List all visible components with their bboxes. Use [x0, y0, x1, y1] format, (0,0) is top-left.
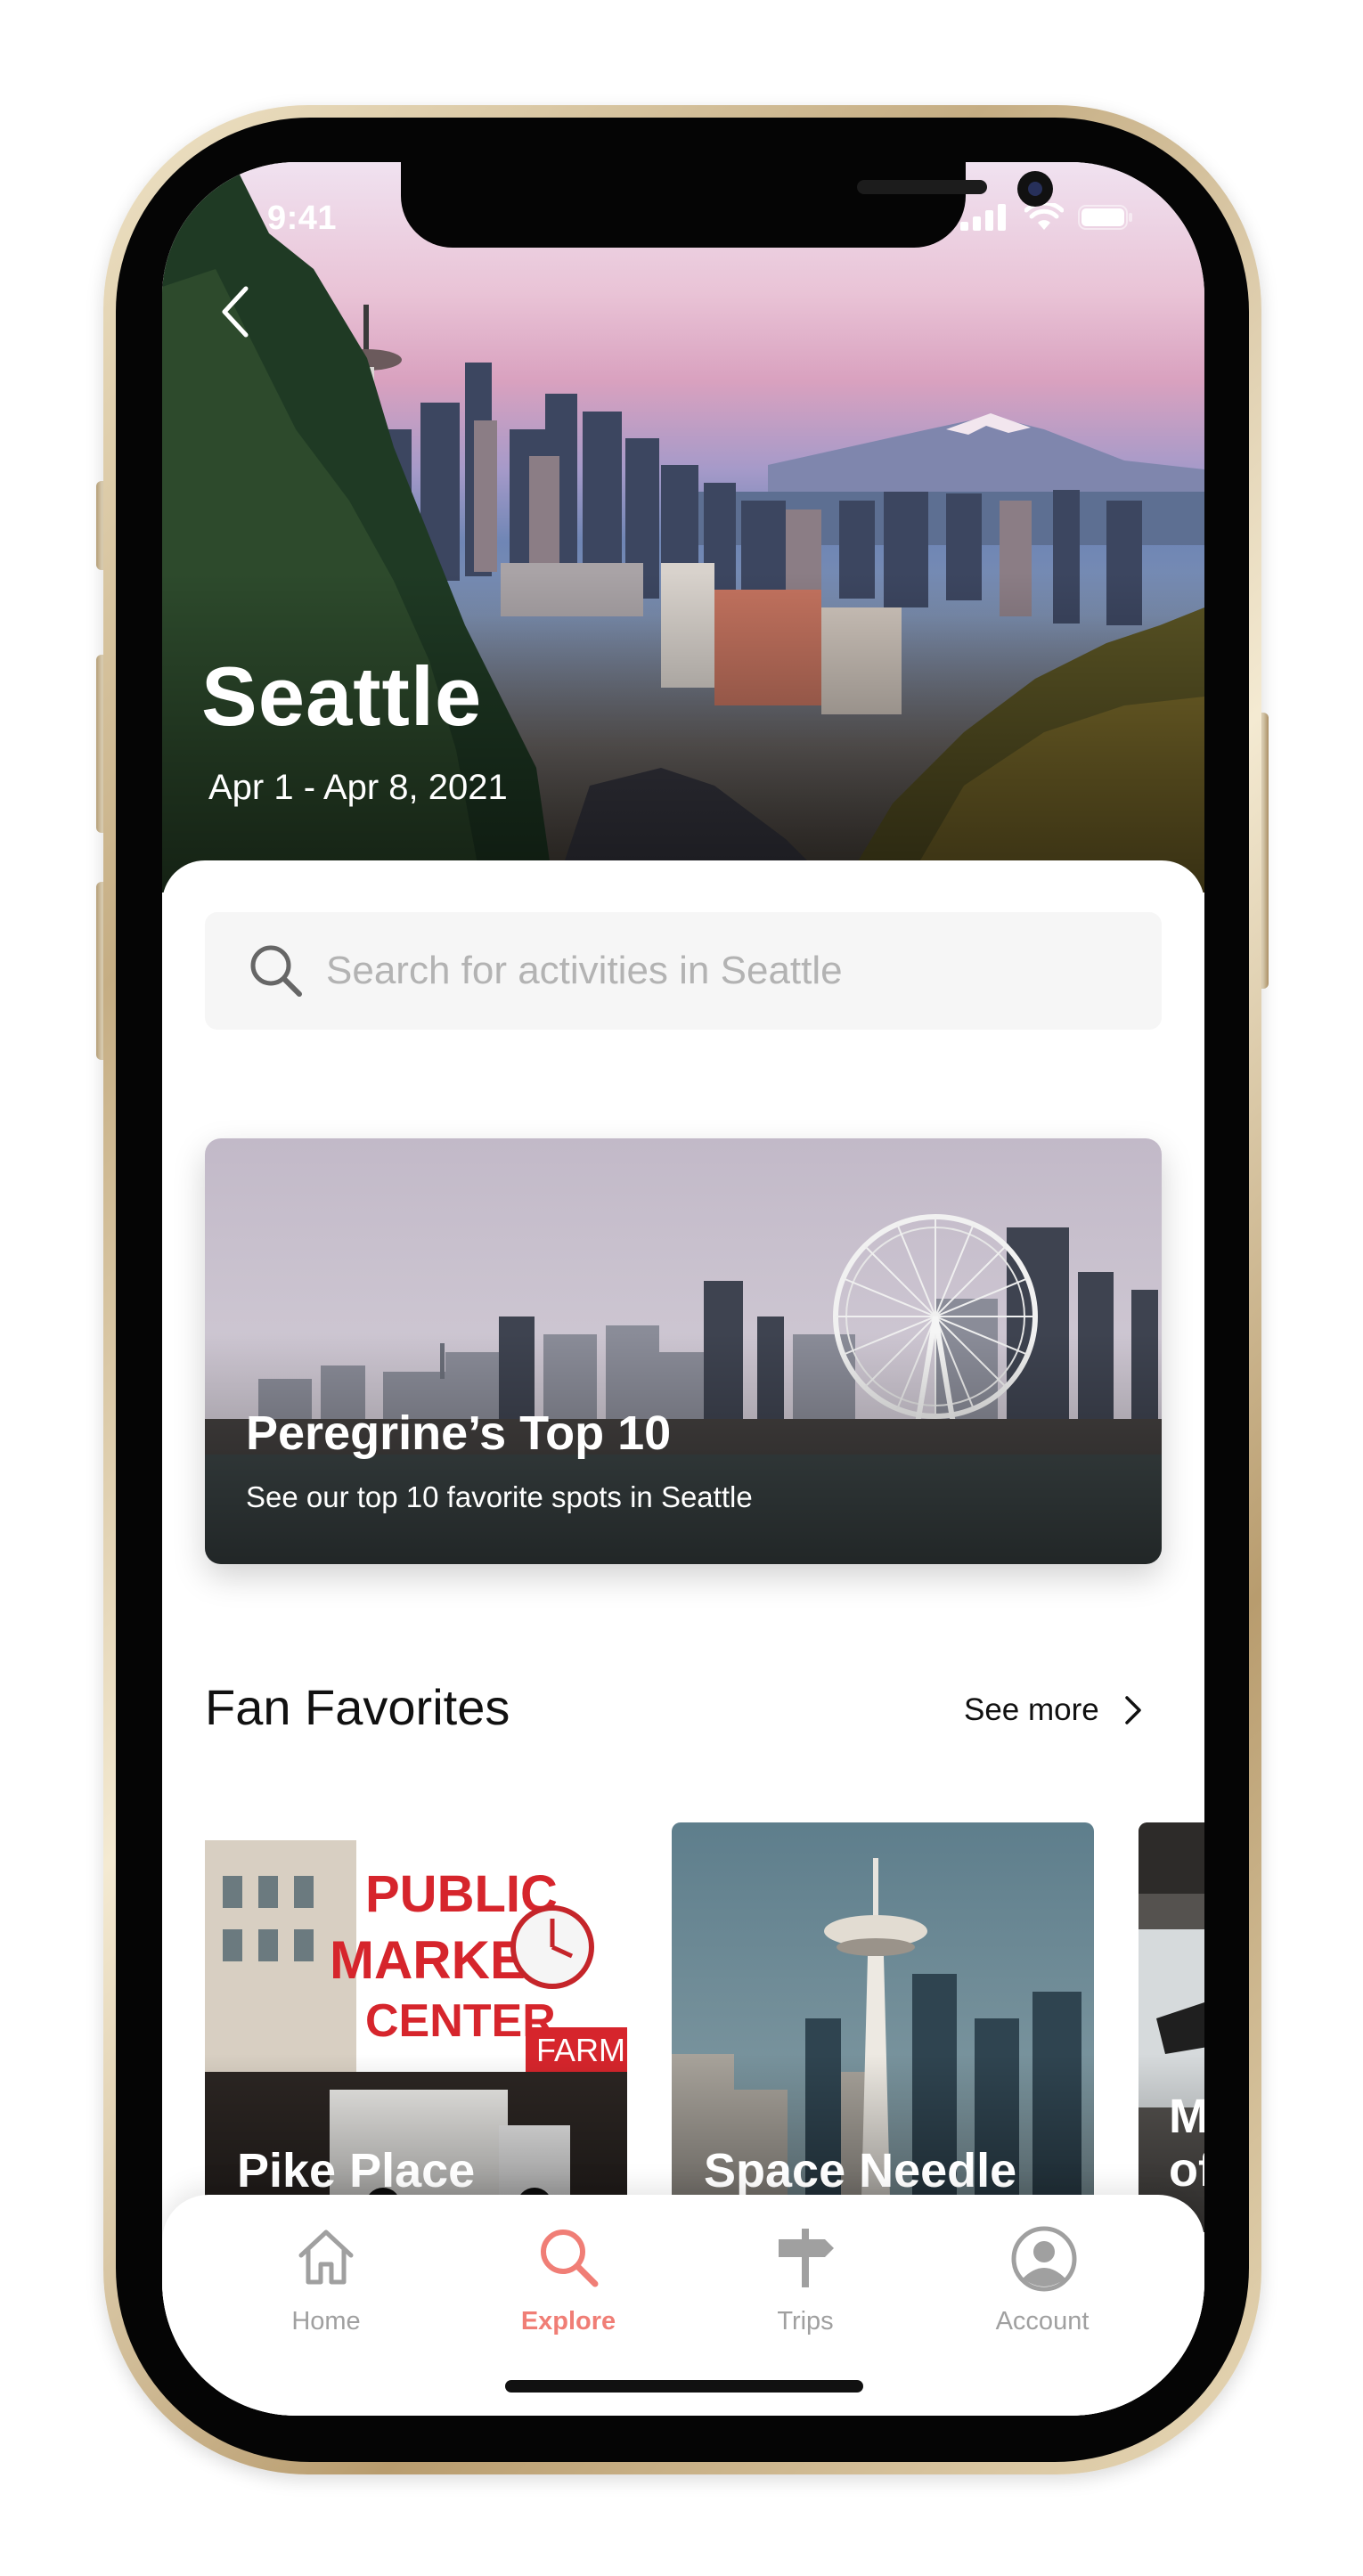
- cellular-signal-icon: [960, 204, 1006, 231]
- back-button[interactable]: [212, 276, 265, 347]
- tab-home[interactable]: Home: [237, 2195, 415, 2346]
- tab-label: Home: [291, 2307, 361, 2336]
- search-bar[interactable]: [205, 912, 1162, 1030]
- home-indicator[interactable]: [505, 2380, 863, 2393]
- tab-trips[interactable]: Trips: [716, 2195, 894, 2346]
- page-title: Seattle: [201, 649, 483, 743]
- hero-image: 9:41 Seattle Apr 1 - Apr 8, 2021: [162, 162, 1204, 893]
- card-label: Pike Place: [237, 2144, 476, 2197]
- search-icon: [250, 945, 302, 997]
- chevron-left-icon: [222, 286, 249, 338]
- card-space-needle[interactable]: Space Needle: [672, 1822, 1094, 2232]
- trip-dates: Apr 1 - Apr 8, 2021: [208, 768, 508, 807]
- tab-label: Explore: [520, 2307, 616, 2336]
- person-circle-icon: [1011, 2226, 1077, 2292]
- front-camera: [1017, 171, 1053, 207]
- signpost-icon: [779, 2229, 834, 2287]
- featured-title: Peregrine’s Top 10: [246, 1406, 672, 1460]
- fan-favorites-carousel[interactable]: PUBLIC MARKET CENTER FARM Pike Place Spa…: [205, 1822, 1204, 2232]
- search-icon: [541, 2230, 599, 2287]
- card-label: Space Needle: [704, 2144, 1017, 2197]
- status-icons: [960, 203, 1133, 232]
- battery-icon: [1078, 205, 1132, 230]
- content-sheet: Peregrine’s Top 10 See our top 10 favori…: [162, 860, 1204, 2416]
- card-pike-place[interactable]: PUBLIC MARKET CENTER FARM Pike Place: [205, 1822, 627, 2232]
- card-museum-partial[interactable]: M of: [1139, 1822, 1204, 2232]
- tab-label: Trips: [777, 2307, 834, 2336]
- earpiece-speaker: [857, 180, 987, 194]
- home-icon: [298, 2230, 354, 2285]
- card-label: M of: [1169, 2090, 1204, 2197]
- see-more-link[interactable]: See more: [964, 1692, 1144, 1728]
- wifi-icon: [1024, 203, 1064, 230]
- search-input[interactable]: [324, 948, 1130, 994]
- featured-card[interactable]: Peregrine’s Top 10 See our top 10 favori…: [205, 1138, 1162, 1564]
- see-more-label: See more: [964, 1692, 1099, 1727]
- device-notch: [401, 162, 1053, 248]
- section-title: Fan Favorites: [205, 1679, 510, 1735]
- app-screen: 9:41 Seattle Apr 1 - Apr 8, 2021 Search …: [162, 162, 1204, 2416]
- tab-label: Account: [995, 2307, 1090, 2336]
- featured-subtitle: See our top 10 favorite spots in Seattle: [246, 1480, 753, 1513]
- tab-explore[interactable]: Explore: [479, 2195, 657, 2346]
- status-time: 9:41: [267, 200, 338, 237]
- tab-account[interactable]: Account: [953, 2195, 1131, 2346]
- chevron-right-icon: [1125, 1696, 1141, 1724]
